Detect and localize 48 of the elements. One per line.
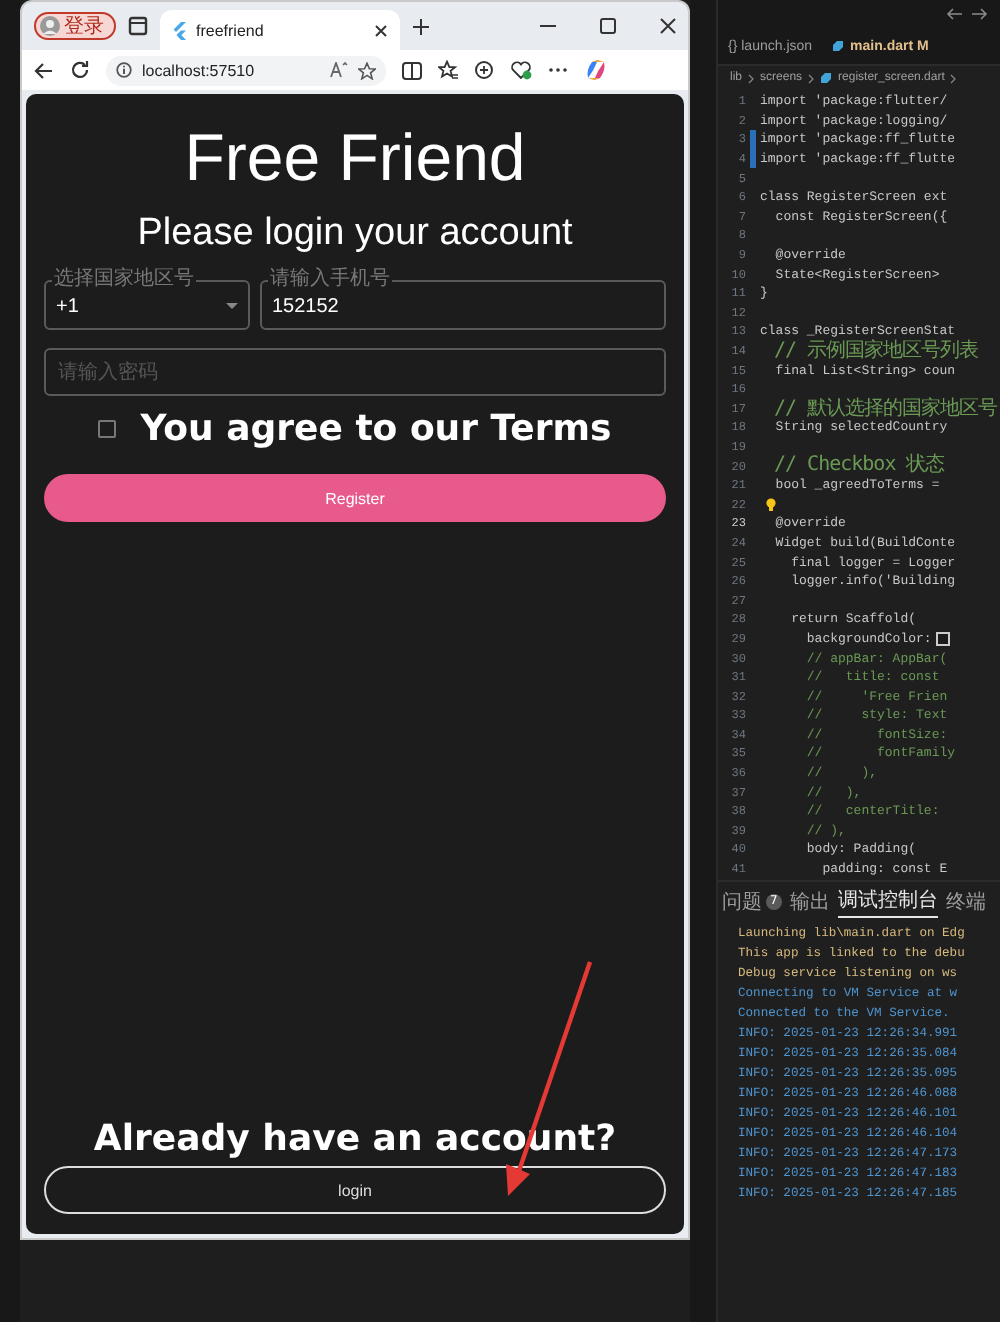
address-bar[interactable]: localhost:57510 <box>106 55 386 85</box>
back-icon[interactable] <box>34 61 54 79</box>
field-value: 152152 <box>272 295 341 317</box>
star-icon[interactable] <box>358 61 376 79</box>
panel-tab[interactable]: 输出 <box>789 887 830 917</box>
profile-button[interactable]: 登录 <box>34 12 116 40</box>
code-line: // Checkbox 状态 <box>774 456 945 476</box>
code-line: // 默认选择的国家地区号 <box>774 399 998 419</box>
code-line: // 示例国家地区号列表 <box>774 341 979 361</box>
forward-arrow-icon[interactable] <box>972 8 988 20</box>
lightbulb-icon[interactable] <box>766 497 776 512</box>
panel-tab[interactable]: 终端 <box>945 887 986 917</box>
chevron-icon <box>950 73 957 83</box>
app-title: Free Friend <box>182 122 528 194</box>
browser-tab[interactable]: freefriend <box>160 10 400 50</box>
login-button[interactable]: login <box>44 1166 666 1214</box>
dart-file-icon <box>832 40 845 52</box>
chevron-icon <box>748 73 755 83</box>
close-window-icon[interactable] <box>660 18 676 34</box>
extensions-icon[interactable] <box>510 60 532 80</box>
maximize-icon[interactable] <box>600 18 616 34</box>
flutter-logo-icon <box>172 21 186 39</box>
back-arrow-icon[interactable] <box>946 8 962 20</box>
terms-checkbox[interactable] <box>98 419 117 437</box>
new-tab-icon[interactable] <box>412 17 430 35</box>
chevron-icon <box>808 73 815 83</box>
tab-actions-icon[interactable] <box>128 16 148 36</box>
info-icon[interactable] <box>116 62 132 78</box>
password-field[interactable]: 请输入密码 <box>44 348 666 396</box>
login-heading: Please login your account <box>135 212 575 256</box>
field-value: +1 <box>56 295 81 317</box>
split-screen-icon[interactable] <box>402 61 422 79</box>
copilot-icon[interactable] <box>584 58 608 82</box>
avatar-icon <box>40 16 60 36</box>
terms-label: You agree to our Terms <box>140 407 612 449</box>
dart-file-icon <box>820 72 833 84</box>
caret-icon <box>226 302 238 310</box>
refresh-icon[interactable] <box>70 60 90 80</box>
field-label: 选择国家地区号 <box>52 268 196 292</box>
more-icon[interactable] <box>548 66 568 74</box>
favorites-icon[interactable] <box>438 60 458 80</box>
tab-title: freefriend <box>196 21 266 39</box>
field-label: 请输入手机号 <box>268 268 392 292</box>
read-aloud-icon[interactable] <box>330 62 348 78</box>
collections-icon[interactable] <box>474 60 494 80</box>
close-icon[interactable] <box>374 23 388 37</box>
color-swatch <box>935 631 950 646</box>
panel-tab[interactable]: 调试控制台 <box>837 886 938 918</box>
